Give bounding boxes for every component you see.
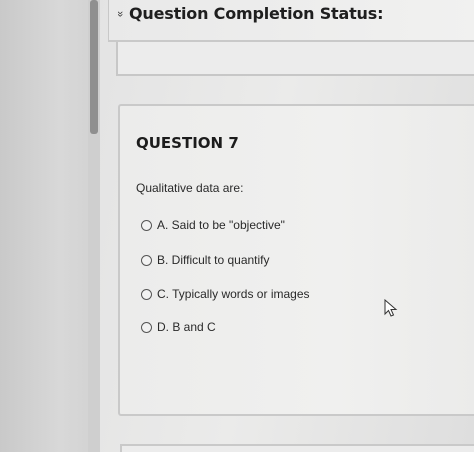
mouse-pointer-icon xyxy=(384,299,398,317)
radio-button-icon[interactable] xyxy=(141,288,152,300)
answer-option-c[interactable]: C. Typically words or images xyxy=(141,287,310,301)
answer-option-label[interactable]: B. Difficult to quantify xyxy=(157,253,270,267)
answer-option-b[interactable]: B. Difficult to quantify xyxy=(141,253,270,267)
left-rail xyxy=(0,0,100,452)
radio-button-icon[interactable] xyxy=(141,254,152,266)
completion-status-title: Question Completion Status: xyxy=(129,4,384,23)
answer-option-a[interactable]: A. Said to be "objective" xyxy=(141,218,285,232)
radio-button-icon[interactable] xyxy=(141,219,152,231)
next-question-card xyxy=(120,444,474,452)
question-prompt: Qualitative data are: xyxy=(136,181,244,195)
scrollbar-thumb[interactable] xyxy=(90,0,98,134)
radio-button-icon[interactable] xyxy=(141,321,152,333)
question-title: QUESTION 7 xyxy=(136,134,239,152)
completion-status-panel xyxy=(116,42,474,76)
completion-status-header[interactable]: » Question Completion Status: xyxy=(108,0,474,42)
answer-option-label[interactable]: D. B and C xyxy=(157,320,216,334)
answer-option-d[interactable]: D. B and C xyxy=(141,320,216,334)
double-chevron-down-icon[interactable]: » xyxy=(114,11,126,17)
answer-option-label[interactable]: A. Said to be "objective" xyxy=(157,218,285,232)
answer-option-label[interactable]: C. Typically words or images xyxy=(157,287,310,301)
